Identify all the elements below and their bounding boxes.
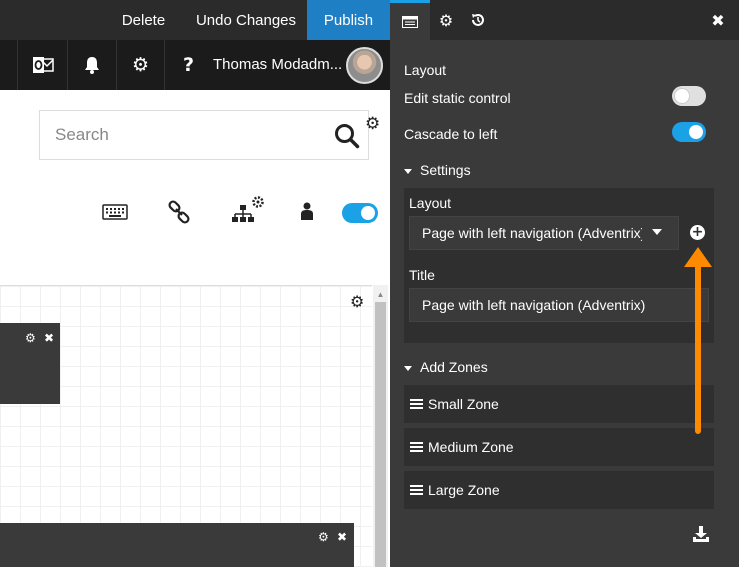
keyboard-icon[interactable] (102, 204, 128, 220)
settings-button[interactable]: ⚙ (116, 40, 164, 90)
title-input[interactable] (409, 288, 709, 322)
notifications-button[interactable] (67, 40, 116, 90)
scrollbar-thumb[interactable] (375, 302, 386, 567)
cascade-toggle[interactable] (672, 122, 706, 142)
history-icon (472, 14, 484, 26)
add-zones-section-toggle[interactable]: Add Zones (404, 359, 488, 375)
search-box (39, 110, 369, 160)
tab-history[interactable] (462, 0, 494, 40)
link-icon[interactable] (167, 200, 191, 224)
canvas-gear-icon[interactable]: ⚙ (350, 292, 364, 311)
search-icon[interactable] (334, 123, 360, 149)
zone-gear-icon[interactable]: ⚙ (318, 530, 329, 544)
gear-icon: ⚙ (438, 10, 454, 30)
top-toolbar: Delete Undo Changes Publish (0, 0, 390, 40)
search-input[interactable] (55, 111, 315, 159)
delete-button[interactable]: Delete (102, 0, 185, 40)
layout-heading: Layout (404, 62, 447, 78)
help-button[interactable]: ? (164, 40, 212, 90)
settings-box: Layout Page with left navigation (Advent… (404, 188, 714, 343)
bell-icon (85, 57, 99, 74)
caret-down-icon (404, 168, 412, 174)
layout-select[interactable]: Page with left navigation (Adventrix) (409, 216, 679, 250)
caret-down-icon (404, 365, 412, 371)
help-icon: ? (182, 54, 195, 76)
site-header: ⚙ ? Thomas Modadm... (0, 40, 390, 90)
add-small-zone-button[interactable]: Small Zone (404, 385, 714, 423)
tab-layout[interactable] (390, 0, 430, 40)
layout-field-label: Layout (409, 195, 452, 211)
sitemap-icon[interactable] (231, 196, 265, 224)
zone-label: Medium Zone (428, 439, 514, 455)
avatar[interactable] (346, 47, 383, 84)
user-icon[interactable] (300, 202, 314, 220)
add-layout-plus-icon[interactable]: + (690, 225, 705, 240)
layout-select-value: Page with left navigation (Adventrix) (422, 225, 642, 241)
add-medium-zone-button[interactable]: Medium Zone (404, 428, 714, 466)
gear-icon: ⚙ (131, 54, 150, 76)
cascade-label: Cascade to left (404, 126, 498, 142)
add-zones-heading: Add Zones (420, 359, 488, 375)
zone-lines-icon (410, 485, 423, 495)
undo-changes-button[interactable]: Undo Changes (185, 0, 307, 40)
download-icon[interactable] (692, 525, 710, 543)
outlook-button[interactable] (17, 40, 67, 90)
edit-static-label: Edit static control (404, 90, 511, 106)
annotation-arrow-icon (684, 247, 712, 434)
zone-gear-icon[interactable]: ⚙ (25, 331, 36, 345)
user-name[interactable]: Thomas Modadm... (213, 40, 343, 90)
close-panel-icon[interactable]: ✖ (703, 0, 733, 40)
edit-mode-toggle[interactable] (342, 203, 378, 223)
settings-section-toggle[interactable]: Settings (404, 162, 471, 178)
edit-static-toggle[interactable] (672, 86, 706, 106)
zone-close-icon[interactable]: ✖ (337, 530, 347, 544)
settings-heading: Settings (420, 162, 471, 178)
scroll-up-arrow-icon[interactable]: ▲ (373, 290, 388, 300)
zone-lines-icon (410, 399, 423, 409)
title-field-label: Title (409, 267, 435, 283)
zone-block[interactable] (0, 523, 354, 567)
zone-label: Small Zone (428, 396, 499, 412)
panel-tabs: ⚙ ✖ (390, 0, 739, 40)
outlook-icon (32, 57, 54, 73)
publish-button[interactable]: Publish (307, 0, 390, 40)
zone-close-icon[interactable]: ✖ (44, 331, 54, 345)
tab-settings[interactable]: ⚙ (430, 0, 462, 40)
zone-lines-icon (410, 442, 423, 452)
select-caret-icon[interactable] (652, 229, 662, 235)
zone-label: Large Zone (428, 482, 500, 498)
search-settings-gear-icon[interactable]: ⚙ (365, 114, 380, 134)
add-large-zone-button[interactable]: Large Zone (404, 471, 714, 509)
layout-icon (402, 15, 418, 28)
